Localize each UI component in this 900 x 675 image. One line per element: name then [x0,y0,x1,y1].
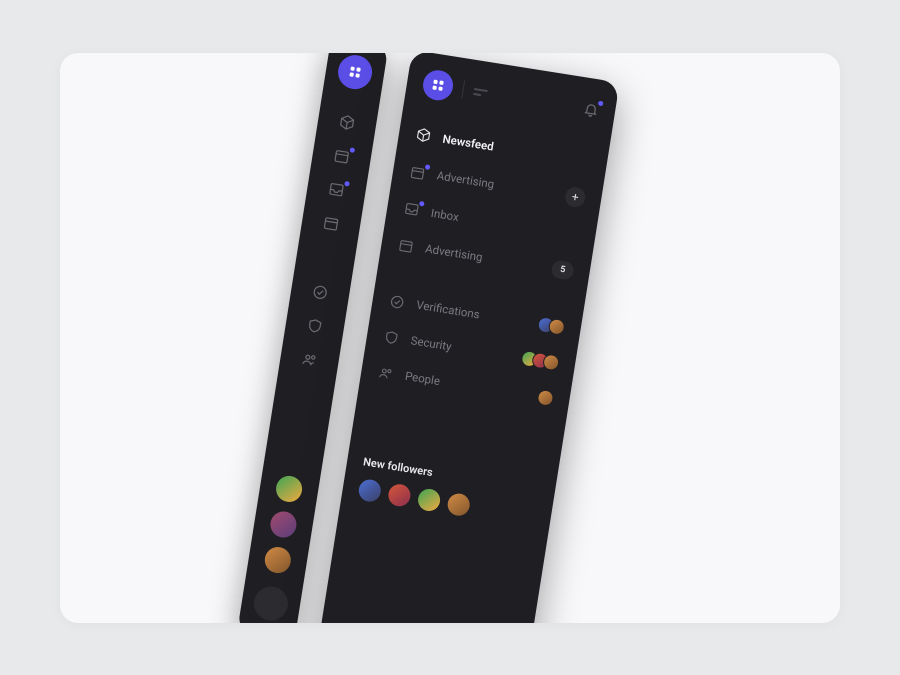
add-button[interactable]: + [563,186,586,209]
count-badge: 5 [550,259,575,280]
avatar[interactable] [268,510,298,540]
panel-menu: Newsfeed Advertising + Inbox [375,119,593,414]
vertical-divider [461,80,465,98]
sidebar-item-label: Security [409,333,452,353]
bell-icon[interactable] [582,100,600,118]
check-circle-icon [387,293,405,310]
notification-dot [424,164,430,170]
rail-avatar-stack [263,365,321,575]
notification-dot [419,201,425,207]
avatar[interactable] [547,318,565,336]
calendar-icon [408,163,426,180]
panel-topbar [420,68,601,125]
inbox-icon [402,200,420,217]
avatar-stack [520,350,560,372]
sidebar-item-label: Advertising [424,241,483,264]
cube-icon[interactable] [338,113,356,131]
rail-bottom-button[interactable] [251,584,290,622]
shield-icon[interactable] [305,317,323,335]
app-logo-button[interactable] [335,53,374,92]
shield-icon [382,328,400,345]
avatar-stack [536,316,565,336]
grid-icon [432,79,444,91]
avatar[interactable] [536,389,554,407]
calendar-icon[interactable] [332,147,350,165]
notification-dot [344,181,350,187]
sidebar-item-label: Advertising [435,168,494,191]
calendar-icon[interactable] [322,214,340,232]
calendar-icon [396,237,414,254]
sidebar-item-label: Verifications [415,298,480,322]
notification-dot [597,101,603,107]
people-icon [376,364,394,381]
app-logo-button[interactable] [420,68,454,102]
check-circle-icon[interactable] [311,283,329,301]
design-canvas: Newsfeed Advertising + Inbox [60,53,840,623]
sidebar-item-label: Inbox [430,205,460,223]
avatar[interactable] [416,487,441,512]
avatar[interactable] [542,353,560,371]
sidebar-item-label: People [404,369,441,388]
avatar[interactable] [386,483,411,508]
rail-primary-nav [300,113,356,368]
rotated-stage: Newsfeed Advertising + Inbox [234,53,619,623]
notification-dot [349,147,355,153]
sidebar-item-label: Newsfeed [441,131,494,153]
menu-toggle-icon[interactable] [473,87,488,96]
avatar[interactable] [446,492,471,517]
avatar[interactable] [263,545,293,575]
cube-icon [414,126,432,143]
avatar-stack [536,389,554,407]
grid-icon [349,66,361,78]
inbox-icon[interactable] [327,181,345,199]
avatar[interactable] [357,478,382,503]
people-icon[interactable] [300,350,318,368]
avatar[interactable] [274,474,304,504]
